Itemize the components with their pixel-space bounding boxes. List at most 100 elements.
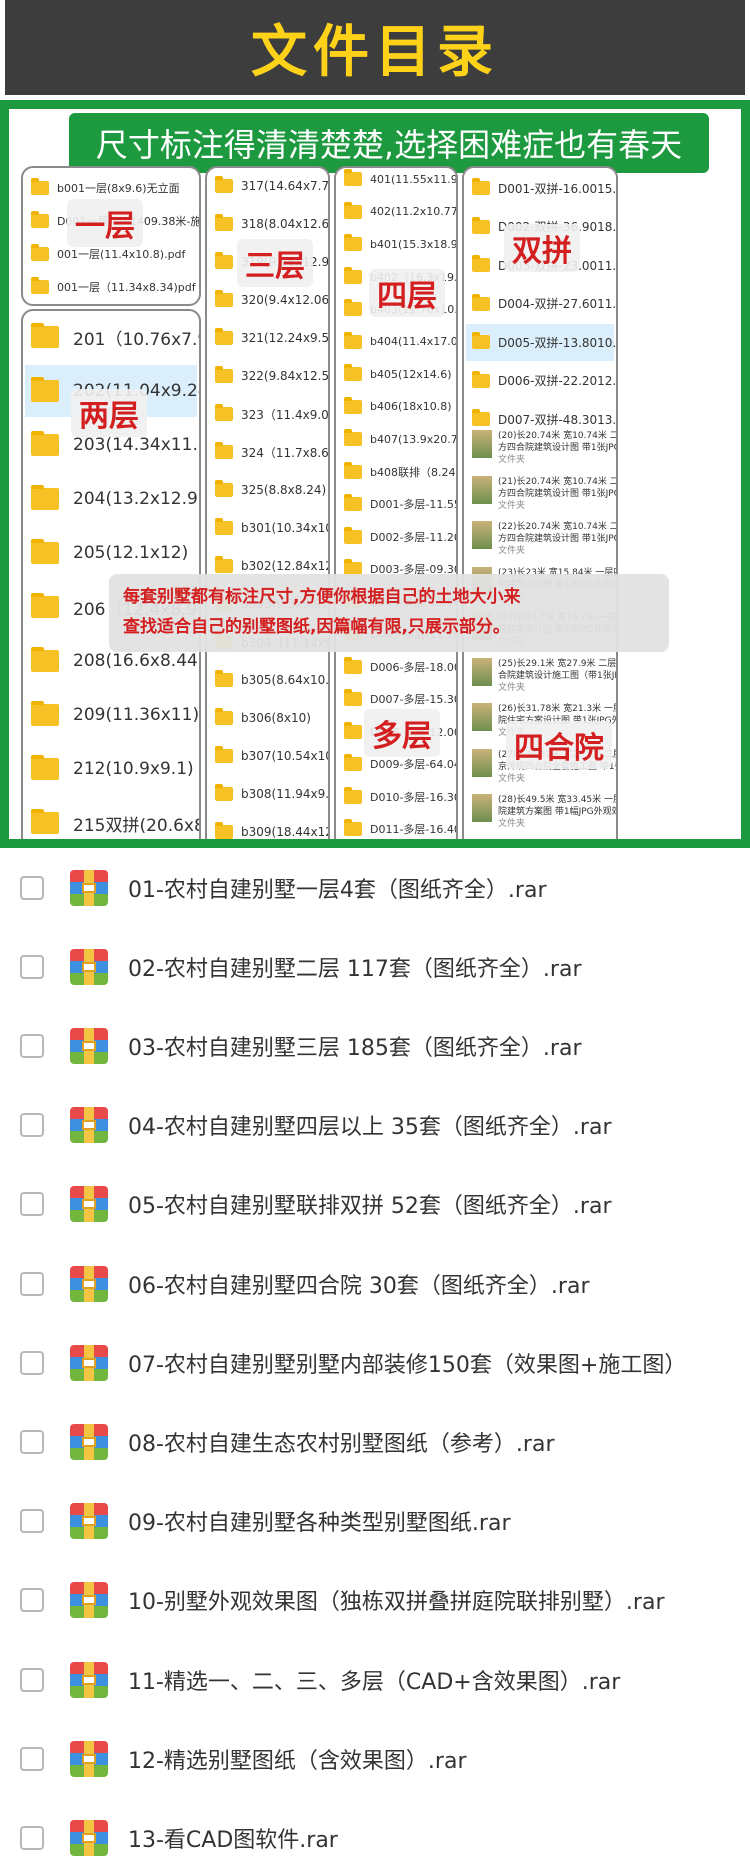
folder-item[interactable]: D006-多层-18.0010.80米 xyxy=(344,652,456,683)
folder-item[interactable]: b404(11.4x17.05) xyxy=(344,327,456,358)
rar-archive-icon xyxy=(70,948,108,985)
thumbnail-image xyxy=(472,521,492,549)
folder-item[interactable]: 325(8.8x8.24) xyxy=(215,472,326,508)
file-checkbox[interactable] xyxy=(20,1667,44,1692)
thumbnail-image xyxy=(472,430,492,458)
file-checkbox[interactable] xyxy=(20,1192,44,1217)
folder-item[interactable]: b301(10.34x10.74) xyxy=(215,510,328,546)
folder-item[interactable]: D006-双拼-22.2012.30米- xyxy=(472,363,616,400)
folder-item[interactable]: 205(12.1x12) xyxy=(31,527,195,579)
folder-item[interactable]: 212(10.9x9.1) xyxy=(31,743,195,795)
thumbnail-image xyxy=(472,475,492,504)
folder-label: b405(12x14.6) xyxy=(370,367,452,381)
folder-item[interactable]: b305(8.64x10.43) xyxy=(215,662,328,698)
folder-item[interactable]: 322(9.84x12.54) xyxy=(215,358,328,394)
archive-file-row[interactable]: 11-精选一、二、三、多层（CAD+含效果图）.rar xyxy=(0,1640,750,1719)
folder-item[interactable]: b408联排（8.24x13.9) xyxy=(344,457,456,488)
file-checkbox[interactable] xyxy=(20,1113,44,1138)
folder-icon xyxy=(31,809,59,834)
folder-item[interactable]: D001-多层-11.5511.98米 xyxy=(344,489,456,520)
folder-label: D010-多层-16.3019.70米 xyxy=(370,790,456,804)
folder-icon xyxy=(31,377,59,402)
archive-file-row[interactable]: 01-农村自建别墅一层4套（图纸齐全）.rar xyxy=(0,848,750,927)
archive-file-row[interactable]: 13-看CAD图软件.rar xyxy=(0,1798,750,1861)
folder-item[interactable]: D005-双拼-13.8010.50米- xyxy=(466,324,616,361)
folder-label: 321(12.24x9.54) xyxy=(241,331,330,345)
archive-file-row[interactable]: 12-精选别墅图纸（含效果图）.rar xyxy=(0,1719,750,1798)
folder-item[interactable]: b308(11.94x9.9) xyxy=(215,776,328,812)
rar-archive-icon xyxy=(70,1661,108,1698)
rar-archive-icon xyxy=(70,1027,108,1064)
archive-file-row[interactable]: 07-农村自建别墅别墅内部装修150套（效果图+施工图） xyxy=(0,1323,750,1402)
folder-icon xyxy=(215,328,233,345)
folder-icon xyxy=(31,539,59,564)
folder-item[interactable]: b406(18x10.8) xyxy=(344,392,452,423)
folder-item[interactable]: 323（11.4x9.0） xyxy=(215,396,328,432)
file-checkbox[interactable] xyxy=(20,954,44,979)
folder-item[interactable]: D011-多层-16.4015.70米 xyxy=(344,814,456,839)
archive-file-row[interactable]: 02-农村自建别墅二层 117套（图纸齐全）.rar xyxy=(0,927,750,1006)
folder-item[interactable]: b405(12x14.6) xyxy=(344,359,452,390)
file-checkbox[interactable] xyxy=(20,1429,44,1454)
file-name: 06-农村自建别墅四合院 30套（图纸齐全）.rar xyxy=(128,1273,590,1299)
file-checkbox[interactable] xyxy=(20,1588,44,1613)
folder-icon xyxy=(344,461,362,479)
file-checkbox[interactable] xyxy=(20,1825,44,1850)
courtyard-folder-item[interactable]: (22)长20.74米 宽10.74米 二层北方四合院建筑设计图 带1张JPG外… xyxy=(472,521,616,565)
file-checkbox[interactable] xyxy=(20,1746,44,1771)
rar-archive-icon xyxy=(70,1344,108,1381)
archive-file-row[interactable]: 04-农村自建别墅四层以上 35套（图纸齐全）.rar xyxy=(0,1086,750,1165)
tag-four-floor: 四层 xyxy=(369,269,445,317)
folder-icon xyxy=(31,431,59,456)
folder-item[interactable]: 204(13.2x12.9) xyxy=(31,473,199,525)
archive-file-row[interactable]: 09-农村自建别墅各种类型别墅图纸.rar xyxy=(0,1482,750,1561)
folder-item[interactable]: 317(14.64x7.74) xyxy=(215,168,328,204)
archive-file-row[interactable]: 03-农村自建别墅三层 185套（图纸齐全）.rar xyxy=(0,1006,750,1085)
folder-item[interactable]: 321(12.24x9.54) xyxy=(215,320,328,356)
size-note-line2: 查找适合自己的别墅图纸,因篇幅有限,只展示部分。 xyxy=(123,617,510,637)
courtyard-folder-item[interactable]: (21)长20.74米 宽10.74米 二层北方四合院建筑设计图 带1张JPG外… xyxy=(472,475,616,520)
folder-item[interactable]: b309(18.44x12.5) xyxy=(215,814,328,839)
thumbnail-image xyxy=(472,657,492,686)
archive-file-row[interactable]: 06-农村自建别墅四合院 30套（图纸齐全）.rar xyxy=(0,1244,750,1323)
file-checkbox[interactable] xyxy=(20,1509,44,1534)
archive-file-row[interactable]: 08-农村自建生态农村别墅图纸（参考）.rar xyxy=(0,1402,750,1481)
folder-item[interactable]: 318(8.04x12.64) xyxy=(215,206,328,242)
folder-label: 205(12.1x12) xyxy=(73,543,189,563)
folder-item[interactable]: D002-多层-11.2010.17米 xyxy=(344,522,456,553)
page-title: 文件目录 xyxy=(251,20,499,85)
folder-icon xyxy=(31,647,59,672)
archive-file-row[interactable]: 05-农村自建别墅联排双拼 52套（图纸齐全）.rar xyxy=(0,1165,750,1244)
file-checkbox[interactable] xyxy=(20,1350,44,1375)
folder-icon xyxy=(31,701,59,726)
folder-icon xyxy=(215,214,233,231)
folder-label: b307(10.54x10.4) xyxy=(241,749,328,763)
file-checkbox[interactable] xyxy=(20,1033,44,1058)
folder-item[interactable]: 201（10.76x7.96) xyxy=(31,311,199,363)
folder-item[interactable]: D001-双拼-16.0015.70米- xyxy=(472,170,616,207)
folder-item[interactable]: 401(11.55x11.97) xyxy=(344,168,456,195)
folder-item[interactable]: 215双拼(20.6x8.8) xyxy=(31,797,199,839)
folder-item[interactable]: b407(13.9x20.7) xyxy=(344,424,456,455)
folder-item[interactable]: b306(8x10) xyxy=(215,700,324,736)
folder-item[interactable]: D010-多层-16.3019.70米 xyxy=(344,782,456,813)
folder-icon xyxy=(344,526,362,544)
folder-item[interactable]: 402(11.2x10.77) xyxy=(344,197,456,228)
folder-item[interactable]: 324（11.7x8.64） xyxy=(215,434,328,470)
folder-item[interactable]: b401(15.3x18.98) xyxy=(344,229,456,260)
folder-item[interactable]: 001一层（11.34x8.34)pdf xyxy=(31,271,196,302)
archive-file-row[interactable]: 10-别墅外观效果图（独栋双拼叠拼庭院联排别墅）.rar xyxy=(0,1561,750,1640)
courtyard-folder-item[interactable]: (20)长20.74米 宽10.74米 二层北方四合院建筑设计图 带1张JPG外… xyxy=(472,430,616,474)
file-checkbox[interactable] xyxy=(20,1271,44,1296)
courtyard-folder-item[interactable]: (28)长49.5米 宽33.45米 一层四合院建筑方案图 带1幅JPG外观效果… xyxy=(472,794,616,838)
folder-item[interactable]: b307(10.54x10.4) xyxy=(215,738,328,774)
folder-icon xyxy=(215,708,233,725)
folder-label: b309(18.44x12.5) xyxy=(241,825,328,839)
courtyard-folder-item[interactable]: (25)长29.1米 宽27.9米 二层仿古四合院建筑设计施工图（带1张JPG外… xyxy=(472,657,616,702)
folder-item[interactable]: 320(9.4x12.06) xyxy=(215,282,328,318)
tag-two-floor: 两层 xyxy=(71,389,147,437)
folder-item[interactable]: D004-双拼-27.6011.20米- xyxy=(472,286,616,323)
folder-item[interactable]: 209(11.36x11) xyxy=(31,689,199,741)
file-checkbox[interactable] xyxy=(20,875,44,900)
folder-label: 402(11.2x10.77) xyxy=(370,205,458,219)
